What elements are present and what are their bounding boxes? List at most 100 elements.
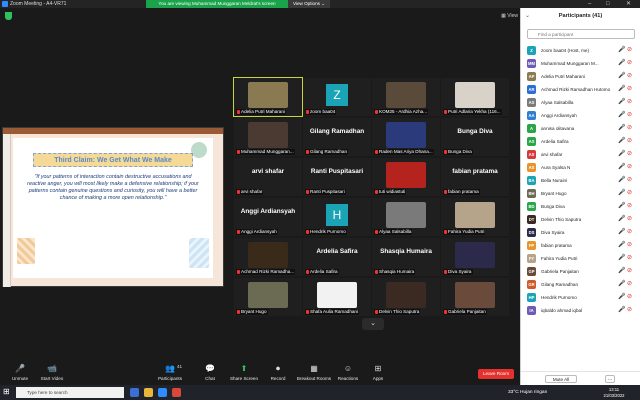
muted-mic-icon: 🎤 <box>618 307 626 313</box>
breakout-rooms-icon: ▦ <box>310 364 318 373</box>
slide-title: Third Claim: We Get What We Make <box>33 153 193 167</box>
start-video-button[interactable]: 📹 Start Video <box>32 364 72 384</box>
video-off-icon: ⊘ <box>627 281 633 287</box>
muted-mic-icon <box>237 149 240 154</box>
muted-mic-icon: 🎤 <box>618 138 626 144</box>
video-tile[interactable]: Putri Adlaria Yekha (116... <box>441 78 509 116</box>
clock-date: 21/03/2022 <box>603 392 625 398</box>
video-tile[interactable]: Alyaa Salsabilla <box>372 198 440 236</box>
tile-name-text: Bryant Hugo <box>241 309 267 314</box>
video-tile[interactable]: tuti widiastuti <box>372 158 440 196</box>
video-tile[interactable]: Zzoom baa04 <box>303 78 371 116</box>
taskbar-search-box[interactable]: Type here to search <box>16 387 124 398</box>
tile-name-label: Fahira Yudia Putri <box>443 229 486 235</box>
video-tile[interactable]: Achmad Rizki Ramadha... <box>234 238 302 276</box>
muted-mic-icon <box>237 189 240 194</box>
participant-row[interactable]: BH Bryant Hugo 🎤 ⊘ <box>521 187 640 200</box>
shared-screen: Third Claim: We Get What We Make "If you… <box>2 127 224 287</box>
video-off-icon: ⊘ <box>627 203 633 209</box>
video-tile[interactable]: Fahira Yudia Putri <box>441 198 509 236</box>
video-tile[interactable]: KOM25 - Ardhia Azha... <box>372 78 440 116</box>
muted-mic-icon: 🎤 <box>618 268 626 274</box>
more-options-button[interactable]: ... <box>605 375 615 383</box>
video-tile[interactable]: Diva Syaira <box>441 238 509 276</box>
participant-row[interactable]: FY Fahira Yudia Putri 🎤 ⊘ <box>521 252 640 265</box>
participant-row[interactable]: IA iqbaldo ahmad iqbal 🎤 ⊘ <box>521 304 640 317</box>
participant-row[interactable]: AS Alyaa Salsabilla 🎤 ⊘ <box>521 96 640 109</box>
leave-room-button[interactable]: Leave Room <box>478 369 514 379</box>
participant-row[interactable]: AP Adelia Putri Maharani 🎤 ⊘ <box>521 70 640 83</box>
browser-icon[interactable] <box>172 388 181 397</box>
participant-name: iqbaldo ahmad iqbal <box>541 308 583 313</box>
participant-row[interactable]: BA Bella Nuraini 🎤 ⊘ <box>521 174 640 187</box>
participant-row[interactable]: AR Achmad Rizki Ramadhan Hutomo 🎤 ⊘ <box>521 83 640 96</box>
video-tile[interactable]: Shasqia Humaira Shasqia Humaira <box>372 238 440 276</box>
video-tile[interactable]: Shafa Aulia Ramadhani <box>303 278 371 316</box>
weather-widget[interactable]: 33°C Hujan ringan <box>508 385 547 400</box>
apps-button[interactable]: ⊞ Apps <box>358 364 398 384</box>
video-tile[interactable]: fabian pratama fabian pratama <box>441 158 509 196</box>
participant-row[interactable]: FP fabian pratama 🎤 ⊘ <box>521 239 640 252</box>
security-shield-icon[interactable] <box>5 12 12 20</box>
maximize-button[interactable]: □ <box>606 0 610 8</box>
participant-avatar: FP <box>527 241 536 250</box>
tile-name-text: Delvin Thio Saputra <box>379 309 420 314</box>
muted-mic-icon: 🎤 <box>618 229 626 235</box>
video-tile[interactable]: Bryant Hugo <box>234 278 302 316</box>
tile-name-label: Bunga Diva <box>443 149 473 155</box>
record-label: Record <box>270 376 286 381</box>
file-explorer-icon[interactable] <box>144 388 153 397</box>
participant-row[interactable]: AS Aura Syalsa N 🎤 ⊘ <box>521 161 640 174</box>
video-tile[interactable]: Gilang Ramadhan Gilang Ramadhan <box>303 118 371 156</box>
participant-avatar: GR <box>527 280 536 289</box>
view-button[interactable]: ▦ View <box>494 12 518 21</box>
zoom-app-icon[interactable] <box>158 388 167 397</box>
video-tile[interactable]: Bunga Diva Bunga Diva <box>441 118 509 156</box>
participant-avatar: BH <box>527 189 536 198</box>
muted-mic-icon <box>306 229 309 234</box>
close-button[interactable]: ✕ <box>626 0 631 8</box>
video-tile[interactable]: Ardelia Safira Ardelia Safira <box>303 238 371 276</box>
muted-mic-icon: 🎤 <box>618 47 626 53</box>
participant-row[interactable]: GR Gilang Ramadhan 🎤 ⊘ <box>521 278 640 291</box>
participant-row[interactable]: MM Muhammad Munggaran M... 🎤 ⊘ <box>521 57 640 70</box>
video-tile[interactable]: Raden Mas Ariya Dhana... <box>372 118 440 156</box>
minimize-button[interactable]: – <box>588 0 591 8</box>
participant-row[interactable]: BD Bunga Diva 🎤 ⊘ <box>521 200 640 213</box>
participant-row[interactable]: DS Diva Syaira 🎤 ⊘ <box>521 226 640 239</box>
video-tile[interactable]: Muhammad Munggaran... <box>234 118 302 156</box>
record-button[interactable]: ⏺ Record <box>258 364 298 384</box>
participant-row[interactable]: GP Gabriela Panjaitan 🎤 ⊘ <box>521 265 640 278</box>
video-tile[interactable]: Adelia Putri Maharani <box>233 77 303 117</box>
slide-decoration <box>189 238 209 268</box>
participant-avatar: Z <box>326 84 348 106</box>
windows-start-icon[interactable]: ⊞ <box>3 388 11 396</box>
gallery-next-page-button[interactable]: ⌄ <box>362 318 384 330</box>
muted-mic-icon: 🎤 <box>618 112 626 118</box>
system-clock[interactable]: 13:11 21/03/2022 <box>600 387 628 398</box>
participant-row[interactable]: AS Ardelia Safira 🎤 ⊘ <box>521 135 640 148</box>
slide-decoration <box>17 238 35 264</box>
muted-mic-icon <box>375 269 378 274</box>
participant-row[interactable]: AS arvi shafar 🎤 ⊘ <box>521 148 640 161</box>
participant-avatar: HP <box>527 293 536 302</box>
video-tile[interactable]: H Hendrik Purnomo <box>303 198 371 236</box>
video-tile[interactable]: Gabriela Panjaitan <box>441 278 509 316</box>
participant-row[interactable]: DT Delvin Thio Saputra 🎤 ⊘ <box>521 213 640 226</box>
video-tile[interactable]: Delvin Thio Saputra <box>372 278 440 316</box>
participant-row[interactable]: AA Anggi Ardiansyah 🎤 ⊘ <box>521 109 640 122</box>
muted-mic-icon <box>444 269 447 274</box>
participant-row[interactable]: Zzoom baa04 (Host, me) 🎤 ⊘ <box>521 44 640 57</box>
video-tile[interactable]: arvi shafar arvi shafar <box>234 158 302 196</box>
participant-search-input[interactable] <box>527 29 635 39</box>
view-options-button[interactable]: View Options ⌄ <box>288 0 330 8</box>
participant-avatar: MM <box>527 59 536 68</box>
participants-button[interactable]: 👥 Participants <box>150 364 190 384</box>
presentation-slide: Third Claim: We Get What We Make "If you… <box>13 138 213 278</box>
task-view-icon[interactable] <box>130 388 139 397</box>
video-tile[interactable]: Ranti Puspitasari Ranti Puspitasari <box>303 158 371 196</box>
participant-row[interactable]: Aannisa olitavana 🎤 ⊘ <box>521 122 640 135</box>
mute-all-button[interactable]: Mute All <box>545 375 577 383</box>
participant-row[interactable]: HP Hendrik Purnomo 🎤 ⊘ <box>521 291 640 304</box>
video-tile[interactable]: Anggi Ardiansyah Anggi Ardiansyah <box>234 198 302 236</box>
